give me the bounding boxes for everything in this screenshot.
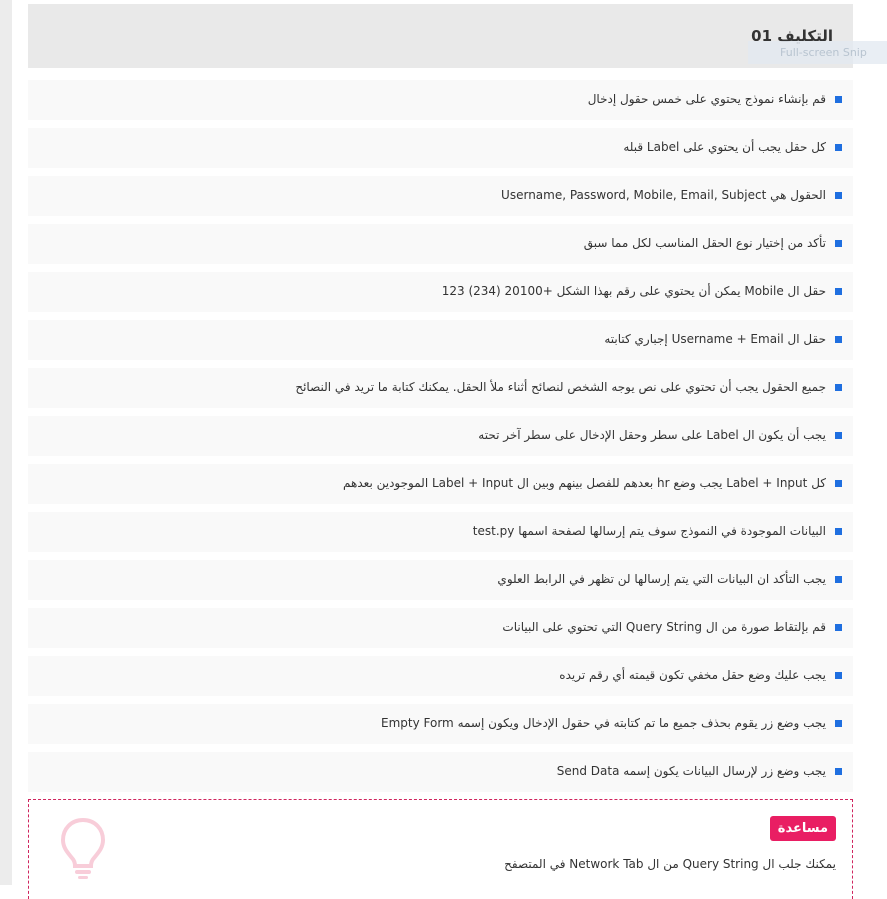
- list-item-text: حقل ال Mobile يمكن أن يحتوي على رقم بهذا…: [441, 284, 826, 298]
- full-screen-snip-overlay[interactable]: Full-screen Snip: [748, 41, 887, 64]
- square-bullet-icon: [835, 624, 842, 631]
- list-item: يجب وضع زر لإرسال البيانات يكون إسمه Sen…: [28, 752, 853, 792]
- square-bullet-icon: [835, 384, 842, 391]
- square-bullet-icon: [835, 480, 842, 487]
- list-item-text: جميع الحقول يجب أن تحتوي على نص يوجه الش…: [295, 380, 826, 394]
- list-item: يجب عليك وضع حقل مخفي تكون قيمته أي رقم …: [28, 656, 853, 696]
- lightbulb-icon: [60, 817, 106, 879]
- square-bullet-icon: [835, 432, 842, 439]
- list-item-text: البيانات الموجودة في النموذج سوف يتم إرس…: [472, 524, 826, 538]
- square-bullet-icon: [835, 528, 842, 535]
- list-item-text: كل حقل يجب أن يحتوي على Label قبله: [623, 140, 826, 154]
- help-box: مساعدة يمكنك جلب ال Query String من ال N…: [28, 799, 853, 899]
- list-item: تأكد من إختيار نوع الحقل المناسب لكل مما…: [28, 224, 853, 264]
- list-item-text: قم بإلتقاط صورة من ال Query String التي …: [502, 620, 826, 634]
- list-item: يجب وضع زر يقوم بحذف جميع ما تم كتابته ف…: [28, 704, 853, 744]
- list-item: البيانات الموجودة في النموذج سوف يتم إرس…: [28, 512, 853, 552]
- square-bullet-icon: [835, 720, 842, 727]
- list-item: جميع الحقول يجب أن تحتوي على نص يوجه الش…: [28, 368, 853, 408]
- list-item-text: يجب وضع زر يقوم بحذف جميع ما تم كتابته ف…: [381, 716, 826, 730]
- assignment-header: التكليف 01: [28, 4, 853, 68]
- help-badge: مساعدة: [769, 816, 836, 841]
- list-item: حقل ال Mobile يمكن أن يحتوي على رقم بهذا…: [28, 272, 853, 312]
- requirements-list: قم بإنشاء نموذج يحتوي على خمس حقول إدخال…: [28, 80, 853, 800]
- list-item: قم بإنشاء نموذج يحتوي على خمس حقول إدخال: [28, 80, 853, 120]
- list-item-text: يجب أن يكون ال Label على سطر وحقل الإدخا…: [478, 428, 826, 442]
- list-item: الحقول هي Username, Password, Mobile, Em…: [28, 176, 853, 216]
- list-item: حقل ال Username + Email إجباري كتابته: [28, 320, 853, 360]
- left-margin-strip: [0, 0, 12, 885]
- list-item: كل حقل يجب أن يحتوي على Label قبله: [28, 128, 853, 168]
- list-item: يجب أن يكون ال Label على سطر وحقل الإدخا…: [28, 416, 853, 456]
- list-item-text: قم بإنشاء نموذج يحتوي على خمس حقول إدخال: [587, 92, 826, 106]
- list-item-text: كل Label + Input يجب وضع hr بعدهم للفصل …: [343, 476, 826, 490]
- square-bullet-icon: [835, 96, 842, 103]
- list-item: كل Label + Input يجب وضع hr بعدهم للفصل …: [28, 464, 853, 504]
- square-bullet-icon: [835, 240, 842, 247]
- square-bullet-icon: [835, 768, 842, 775]
- list-item-text: يجب التأكد ان البيانات التي يتم إرسالها …: [497, 572, 826, 586]
- square-bullet-icon: [835, 336, 842, 343]
- list-item-text: حقل ال Username + Email إجباري كتابته: [604, 332, 826, 346]
- square-bullet-icon: [835, 672, 842, 679]
- list-item: يجب التأكد ان البيانات التي يتم إرسالها …: [28, 560, 853, 600]
- help-text: يمكنك جلب ال Query String من ال Network …: [504, 857, 836, 871]
- list-item-text: الحقول هي Username, Password, Mobile, Em…: [501, 188, 826, 202]
- square-bullet-icon: [835, 288, 842, 295]
- square-bullet-icon: [835, 192, 842, 199]
- list-item-text: يجب عليك وضع حقل مخفي تكون قيمته أي رقم …: [559, 668, 826, 682]
- square-bullet-icon: [835, 576, 842, 583]
- list-item-text: يجب وضع زر لإرسال البيانات يكون إسمه Sen…: [556, 764, 826, 778]
- list-item-text: تأكد من إختيار نوع الحقل المناسب لكل مما…: [583, 236, 826, 250]
- square-bullet-icon: [835, 144, 842, 151]
- list-item: قم بإلتقاط صورة من ال Query String التي …: [28, 608, 853, 648]
